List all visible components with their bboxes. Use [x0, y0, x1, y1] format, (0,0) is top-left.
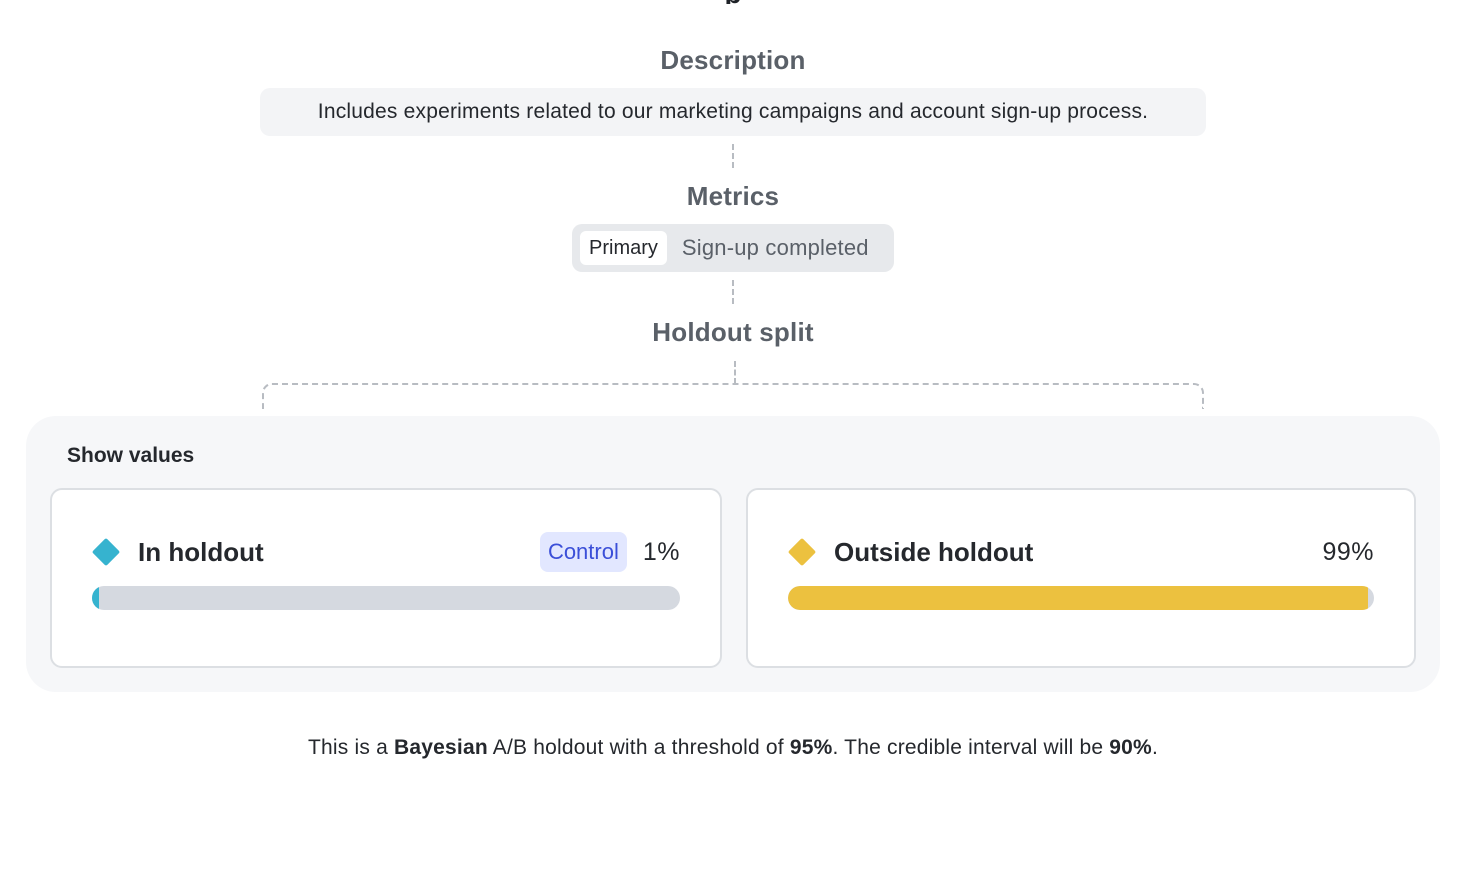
description-heading: Description — [660, 45, 806, 75]
summary-prefix: This is a — [308, 736, 395, 759]
summary-suffix: . — [1151, 736, 1158, 759]
split-bar-track — [788, 586, 1374, 610]
holdout-panel: Show values In holdout Control 1% Outsid… — [26, 416, 1440, 692]
group-percent: 99% — [1322, 537, 1374, 566]
split-bar-track — [92, 586, 680, 610]
outside-holdout-card: Outside holdout 99% — [746, 488, 1416, 668]
group-label: Outside holdout — [834, 536, 1034, 567]
card-header: In holdout Control 1% — [91, 530, 680, 574]
summary-middle: A/B holdout with a threshold of — [487, 736, 790, 759]
split-connector-stem — [734, 361, 736, 384]
description-text: Includes experiments related to our mark… — [317, 100, 1149, 123]
group-percent: 1% — [642, 537, 680, 566]
diamond-icon — [91, 537, 121, 567]
summary-method: Bayesian — [394, 736, 488, 759]
holdout-summary-page: p Description Includes experiments relat… — [0, 0, 1466, 880]
metric-pill[interactable]: Primary Sign-up completed — [572, 224, 894, 272]
metrics-heading: Metrics — [686, 181, 780, 211]
in-holdout-card: In holdout Control 1% — [50, 488, 722, 668]
holdout-split-heading: Holdout split — [652, 317, 814, 347]
summary-interval: 90% — [1109, 736, 1152, 759]
control-badge: Control — [539, 532, 627, 572]
metric-name: Sign-up completed — [681, 235, 869, 260]
summary-threshold: 95% — [789, 736, 833, 759]
holdout-summary-text: This is a Bayesian A/B holdout with a th… — [0, 736, 1466, 760]
connector-line — [732, 144, 734, 168]
card-header: Outside holdout 99% — [787, 530, 1374, 574]
show-values-toggle[interactable]: Show values — [67, 444, 194, 468]
split-bar-fill — [788, 586, 1369, 610]
diamond-icon — [787, 537, 817, 567]
group-label: In holdout — [138, 536, 264, 567]
split-connector-bracket — [262, 383, 1204, 409]
description-box: Includes experiments related to our mark… — [260, 88, 1206, 136]
page-heading-clipped: p — [0, 0, 1466, 4]
split-bar-fill — [92, 586, 100, 610]
connector-line — [732, 280, 734, 304]
metric-primary-tag: Primary — [580, 231, 667, 265]
summary-middle2: . The credible interval will be — [832, 736, 1110, 759]
